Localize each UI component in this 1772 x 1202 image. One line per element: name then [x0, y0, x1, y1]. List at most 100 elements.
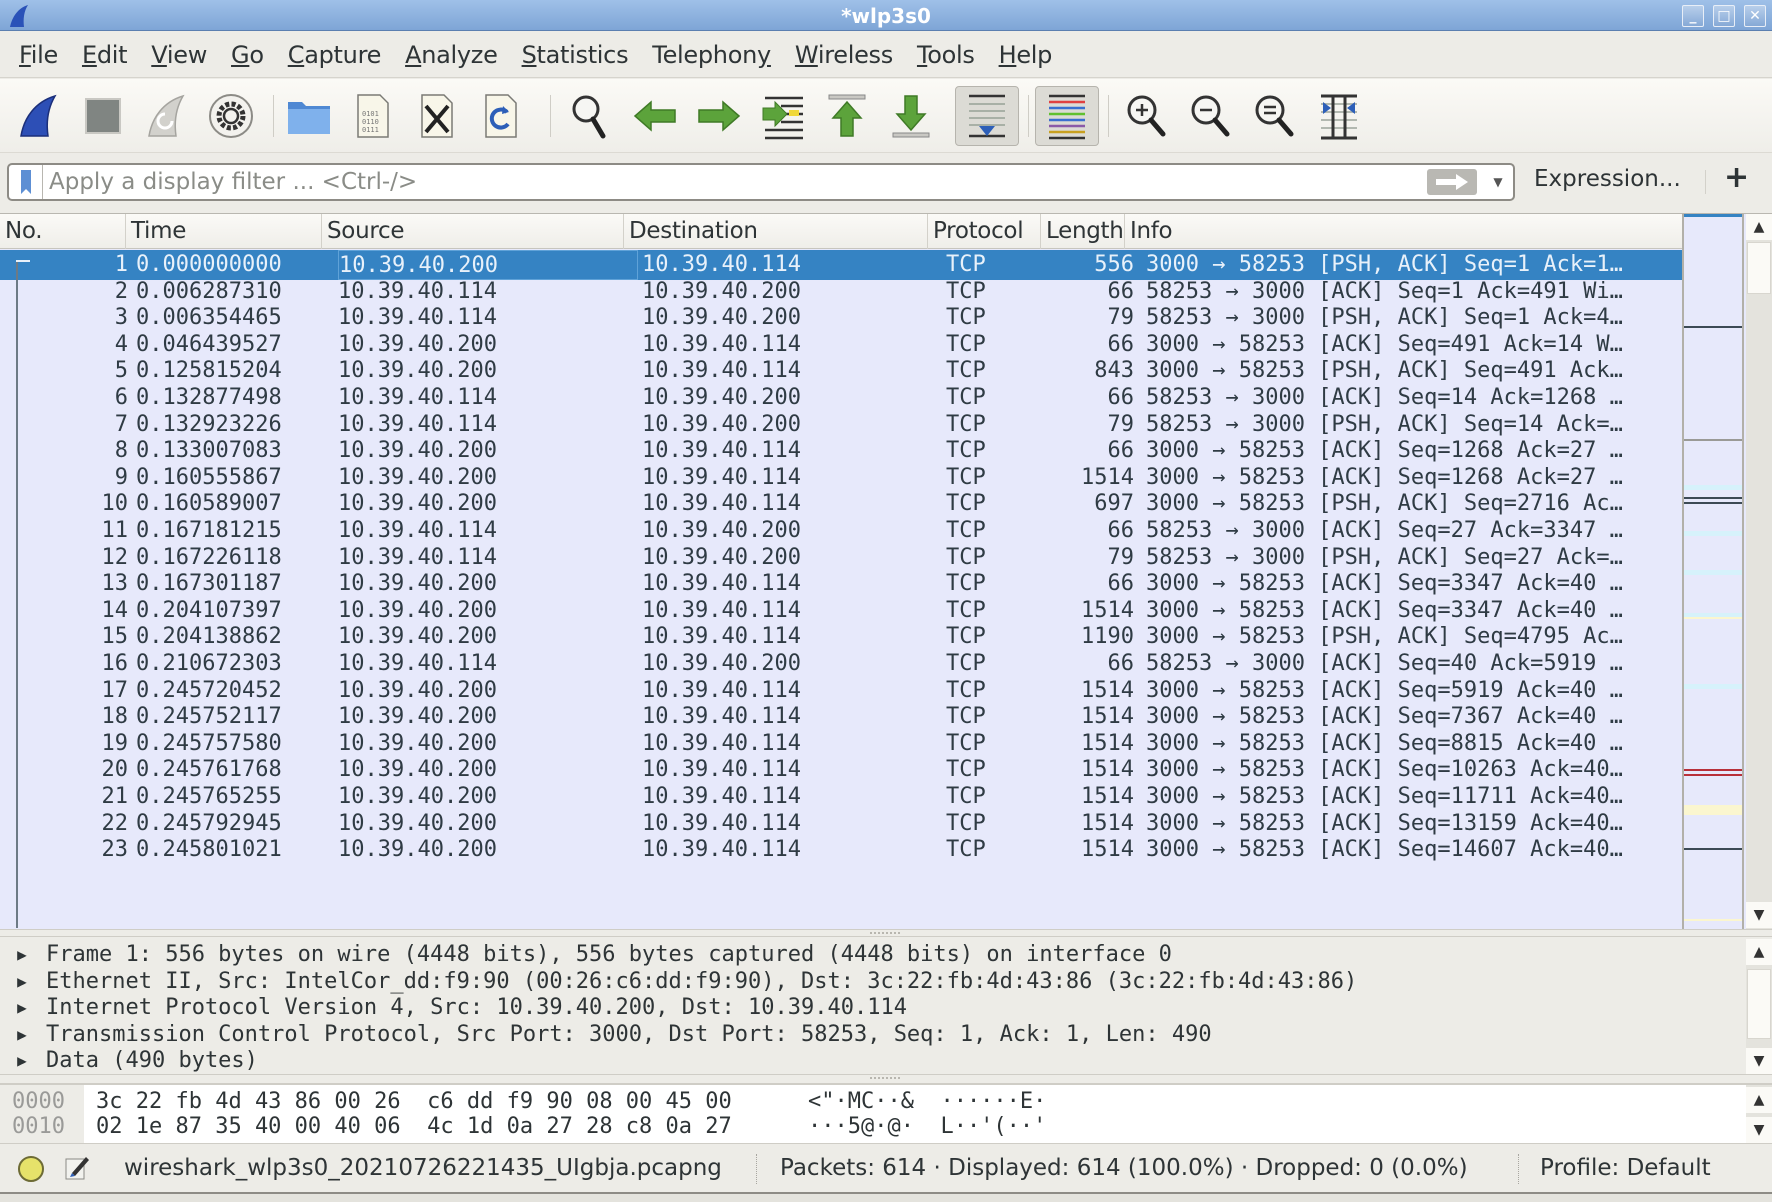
detail-tree-item[interactable]: ▶ Internet Protocol Version 4, Src: 10.39…	[0, 993, 1744, 1023]
save-file-button[interactable]: 0101 0110 0111	[344, 87, 402, 145]
detail-tree-item[interactable]: ▶ Transmission Control Protocol, Src Port…	[0, 1020, 1744, 1050]
detail-tree-item[interactable]: ▶ Ethernet II, Src: IntelCor_dd:f9:90 (00…	[0, 967, 1744, 997]
expand-arrow-icon[interactable]: ▶	[12, 967, 32, 997]
bytes-scrollbar[interactable]: ▲ ▼	[1746, 1085, 1772, 1143]
expert-info-indicator-icon[interactable]	[18, 1156, 44, 1182]
packet-row[interactable]: 5 0.125815204 10.39.40.200 10.39.40.114 TCP 8…	[0, 356, 1682, 386]
packet-row[interactable]: 22 0.245792945 10.39.40.200 10.39.40.114 TCP…	[0, 809, 1682, 839]
stop-capture-button[interactable]	[74, 87, 132, 145]
pane-splitter[interactable]	[0, 1074, 1772, 1084]
packet-list-scrollbar[interactable]: ▲ ▼	[1746, 214, 1772, 930]
packet-row[interactable]: 15 0.204138862 10.39.40.200 10.39.40.114 TCP…	[0, 622, 1682, 652]
detail-tree-item[interactable]: ▶ Data (490 bytes)	[0, 1046, 1744, 1074]
packet-minimap[interactable]	[1682, 214, 1744, 930]
display-filter-input[interactable]	[49, 167, 1429, 197]
packet-row[interactable]: 17 0.245720452 10.39.40.200 10.39.40.114 TCP…	[0, 676, 1682, 706]
apply-filter-button[interactable]	[1427, 169, 1477, 195]
menu-telephony[interactable]: Telephony	[641, 41, 784, 69]
scroll-up-arrow-icon[interactable]: ▲	[1746, 214, 1772, 240]
packet-row[interactable]: 3 0.006354465 10.39.40.114 10.39.40.200 TCP 7…	[0, 303, 1682, 333]
packet-row[interactable]: 18 0.245752117 10.39.40.200 10.39.40.114 TCP…	[0, 702, 1682, 732]
packet-row[interactable]: 21 0.245765255 10.39.40.200 10.39.40.114 TCP…	[0, 782, 1682, 812]
reload-file-button[interactable]	[472, 87, 530, 145]
packet-row[interactable]: 11 0.167181215 10.39.40.114 10.39.40.200 TCP…	[0, 516, 1682, 546]
scroll-down-arrow-icon[interactable]: ▼	[1746, 1117, 1772, 1143]
column-header-destination[interactable]: Destination	[624, 214, 928, 249]
expand-arrow-icon[interactable]: ▶	[12, 1046, 32, 1074]
expand-arrow-icon[interactable]: ▶	[12, 993, 32, 1023]
menu-go[interactable]: Go	[220, 41, 277, 69]
packet-row[interactable]: 9 0.160555867 10.39.40.200 10.39.40.114 TCP 1…	[0, 463, 1682, 493]
packet-row[interactable]: 23 0.245801021 10.39.40.200 10.39.40.114 TCP…	[0, 835, 1682, 865]
close-button[interactable]: ✕	[1744, 5, 1766, 27]
packet-row[interactable]: 6 0.132877498 10.39.40.114 10.39.40.200 TCP 6…	[0, 383, 1682, 413]
menu-analyze[interactable]: Analyze	[394, 41, 510, 69]
column-header-source[interactable]: Source	[322, 214, 624, 249]
packet-row[interactable]: 2 0.006287310 10.39.40.114 10.39.40.200 TCP 6…	[0, 277, 1682, 307]
column-header-protocol[interactable]: Protocol	[928, 214, 1041, 249]
go-to-packet-button[interactable]	[754, 87, 812, 145]
open-file-button[interactable]	[280, 87, 338, 145]
find-packet-button[interactable]	[562, 87, 620, 145]
scroll-down-arrow-icon[interactable]: ▼	[1746, 902, 1772, 928]
packet-row[interactable]: 14 0.204107397 10.39.40.200 10.39.40.114 TCP…	[0, 596, 1682, 626]
byte-row[interactable]: 0000 3c 22 fb 4d 43 86 00 26 c6 dd f9 90 …	[0, 1088, 1744, 1116]
maximize-button[interactable]: □	[1713, 5, 1735, 27]
menu-capture[interactable]: Capture	[277, 41, 394, 69]
expand-arrow-icon[interactable]: ▶	[12, 940, 32, 970]
packet-row[interactable]: 12 0.167226118 10.39.40.114 10.39.40.200 TCP…	[0, 543, 1682, 573]
packet-row[interactable]: 7 0.132923226 10.39.40.114 10.39.40.200 TCP 7…	[0, 410, 1682, 440]
resize-columns-button[interactable]	[1310, 87, 1368, 145]
scroll-up-arrow-icon[interactable]: ▲	[1746, 1087, 1772, 1113]
filter-history-dropdown[interactable]: ▼	[1487, 169, 1509, 195]
packet-row[interactable]: 1 0.000000000 10.39.40.200 10.39.40.114 TCP 5…	[0, 250, 1682, 280]
go-back-button[interactable]	[626, 87, 684, 145]
zoom-out-button[interactable]	[1182, 87, 1240, 145]
menu-view[interactable]: View	[140, 41, 220, 69]
packet-row[interactable]: 10 0.160589007 10.39.40.200 10.39.40.114 TCP…	[0, 489, 1682, 519]
capture-comment-icon[interactable]	[64, 1153, 90, 1183]
add-filter-button-icon[interactable]: +	[1724, 160, 1749, 195]
menu-help[interactable]: Help	[988, 41, 1066, 69]
byte-row[interactable]: 0010 02 1e 87 35 40 00 40 06 4c 1d 0a 27 …	[0, 1113, 1744, 1141]
pane-splitter[interactable]	[0, 929, 1772, 937]
packet-cell-info: 58253 → 3000 [PSH, ACK] Seq=1 Ack=4…	[1146, 305, 1623, 331]
column-header-length[interactable]: Length	[1041, 214, 1125, 249]
colorize-list-button[interactable]	[1035, 86, 1099, 146]
packet-row[interactable]: 8 0.133007083 10.39.40.200 10.39.40.114 TCP 6…	[0, 436, 1682, 466]
minimize-button[interactable]: _	[1682, 5, 1704, 27]
packet-row[interactable]: 4 0.046439527 10.39.40.200 10.39.40.114 TCP 6…	[0, 330, 1682, 360]
scroll-down-arrow-icon[interactable]: ▼	[1746, 1048, 1772, 1074]
expand-arrow-icon[interactable]: ▶	[12, 1020, 32, 1050]
configuration-profile[interactable]: Profile: Default	[1540, 1155, 1711, 1181]
zoom-in-button[interactable]	[1118, 87, 1176, 145]
filter-bookmark-button[interactable]	[9, 165, 43, 199]
go-forward-button[interactable]	[690, 87, 748, 145]
start-capture-button[interactable]	[10, 87, 68, 145]
packet-row[interactable]: 16 0.210672303 10.39.40.114 10.39.40.200 TCP…	[0, 649, 1682, 679]
detail-tree-item[interactable]: ▶ Frame 1: 556 bytes on wire (4448 bits),…	[0, 940, 1744, 970]
restart-capture-button[interactable]	[138, 87, 196, 145]
column-header-no[interactable]: No.	[0, 214, 126, 249]
capture-options-button[interactable]	[202, 87, 260, 145]
menu-wireless[interactable]: Wireless	[784, 41, 906, 69]
scroll-up-arrow-icon[interactable]: ▲	[1746, 939, 1772, 965]
column-header-time[interactable]: Time	[126, 214, 322, 249]
details-scrollbar[interactable]: ▲ ▼	[1746, 939, 1772, 1074]
expression-button[interactable]: Expression...	[1534, 166, 1681, 192]
close-file-button[interactable]	[408, 87, 466, 145]
packet-row[interactable]: 19 0.245757580 10.39.40.200 10.39.40.114 TCP…	[0, 729, 1682, 759]
scrollbar-thumb[interactable]	[1747, 242, 1771, 294]
scrollbar-thumb[interactable]	[1747, 969, 1771, 1039]
go-first-packet-button[interactable]	[818, 87, 876, 145]
auto-scroll-button[interactable]	[955, 86, 1019, 146]
menu-statistics[interactable]: Statistics	[511, 41, 642, 69]
column-header-info[interactable]: Info	[1125, 214, 1682, 249]
packet-row[interactable]: 13 0.167301187 10.39.40.200 10.39.40.114 TCP…	[0, 569, 1682, 599]
menu-edit[interactable]: Edit	[71, 41, 140, 69]
menu-tools[interactable]: Tools	[906, 41, 988, 69]
go-last-packet-button[interactable]	[882, 87, 940, 145]
packet-row[interactable]: 20 0.245761768 10.39.40.200 10.39.40.114 TCP…	[0, 755, 1682, 785]
menu-file[interactable]: File	[8, 41, 71, 69]
normal-size-button[interactable]	[1246, 87, 1304, 145]
